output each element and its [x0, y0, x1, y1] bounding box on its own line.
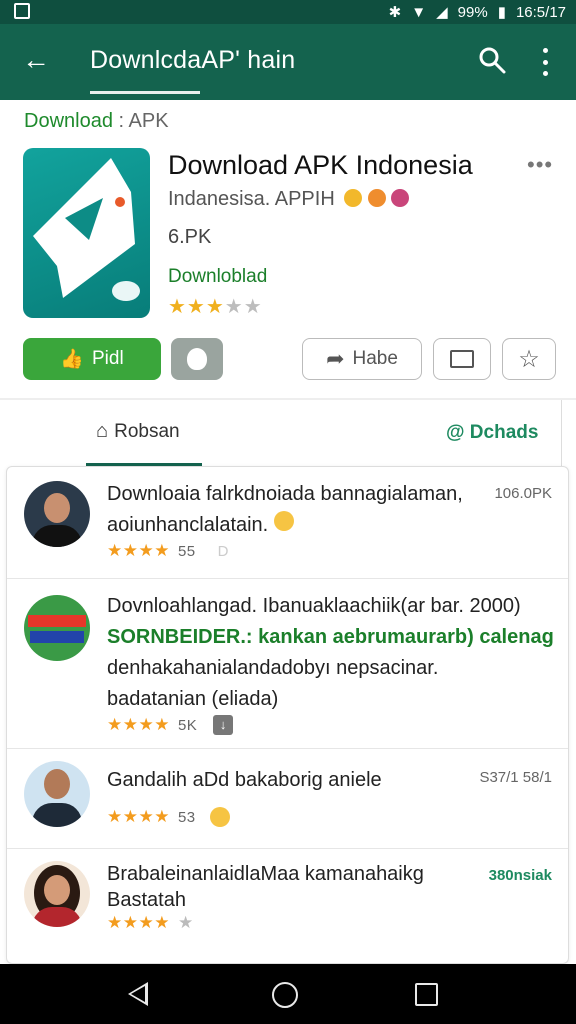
avatar[interactable]	[24, 595, 90, 661]
status-bar: ✱ ▼ ◢ 99% ▮ 16:5/17	[0, 0, 576, 24]
review-meta: 106.0PK	[494, 485, 552, 502]
app-icon	[23, 148, 150, 318]
install-label: Pidl	[91, 348, 124, 369]
tab-downloads[interactable]: @ Dchads	[446, 422, 538, 444]
breadcrumb-secondary: APK	[128, 110, 169, 132]
review-list: Downloaia falrkdnoiada bannagialaman, ao…	[6, 466, 569, 964]
toolbar: ← DownlcdaAP' hain	[0, 24, 576, 100]
status-right: ✱ ▼ ◢ 99% ▮ 16:5/17	[388, 3, 566, 22]
battery-icon: ▮	[497, 4, 506, 21]
review-text: Downloaia falrkdnoiada bannagialaman, ao…	[107, 483, 463, 536]
avatar[interactable]	[24, 861, 90, 927]
back-arrow-icon[interactable]: ←	[22, 46, 50, 74]
nav-home-icon[interactable]	[272, 982, 298, 1008]
list-item[interactable]: BrabaleinanlaidlaMaa kamanahaikg Bastata…	[7, 849, 568, 949]
app-title: Download APK Indonesia	[168, 150, 473, 180]
more-options-icon[interactable]: •••	[527, 152, 553, 178]
app-rating-stars: ★★★★★	[168, 296, 263, 318]
developer-name[interactable]: Indanesisa. APPIH	[168, 188, 410, 211]
tab-home[interactable]: ⌂ Robsan	[96, 420, 180, 443]
nav-recents-icon[interactable]	[415, 983, 438, 1006]
review-count: 53	[177, 808, 196, 826]
system-nav-bar	[0, 964, 576, 1024]
review-stars: ★★★★ 55 D	[107, 541, 229, 560]
battery-text: 99%	[457, 3, 488, 21]
emoji-icon	[344, 189, 363, 207]
share-label: Habe	[352, 348, 398, 369]
wishlist-button[interactable]: ☆	[502, 338, 556, 380]
share-button[interactable]: ➦ Habe	[302, 338, 422, 380]
review-extra: D	[217, 542, 229, 560]
bluetooth-icon: ✱	[388, 4, 402, 21]
emoji-icon	[391, 189, 410, 207]
secondary-action-button[interactable]	[171, 338, 223, 380]
emoji-icon	[273, 511, 294, 531]
avatar[interactable]	[24, 761, 90, 827]
list-item[interactable]: Downloaia falrkdnoiada bannagialaman, ao…	[7, 467, 568, 579]
review-text: Dovnloahlangad. Ibanuaklaachiik(ar bar. …	[107, 595, 554, 710]
emoji-icon	[367, 189, 386, 207]
nav-back-icon[interactable]	[128, 982, 148, 1006]
thumbs-up-icon: 👍	[60, 349, 84, 370]
app-size: 6.PK	[168, 226, 212, 248]
review-count: 5K	[177, 716, 198, 734]
shield-icon	[187, 348, 207, 370]
review-stars: ★★★★ 53	[107, 807, 230, 827]
breadcrumb: Download : APK	[24, 110, 169, 133]
download-icon[interactable]: ↓	[213, 715, 234, 735]
review-stars: ★★★★ ★	[107, 913, 194, 932]
review-meta: 380nsiak	[488, 867, 552, 884]
app-logo-icon	[33, 158, 140, 301]
review-meta: S37/1 58/1	[479, 769, 552, 786]
list-item[interactable]: Dovnloahlangad. Ibanuaklaachiik(ar bar. …	[7, 579, 568, 749]
tab-home-label: Robsan	[114, 420, 180, 442]
breadcrumb-primary[interactable]: Download	[24, 110, 113, 132]
review-text: BrabaleinanlaidlaMaa kamanahaikg Bastata…	[107, 863, 424, 911]
wifi-icon: ▼	[411, 3, 427, 21]
screenshot-button[interactable]	[433, 338, 491, 380]
search-icon[interactable]	[478, 46, 506, 74]
toolbar-title-underline	[90, 91, 200, 94]
clock: 16:5/17	[515, 3, 566, 21]
overflow-menu-icon[interactable]	[538, 48, 552, 76]
review-text: Gandalih aDd bakaborig aniele	[107, 769, 382, 791]
breadcrumb-separator: :	[118, 110, 125, 132]
review-count: 55	[177, 542, 196, 560]
notification-icon	[14, 3, 30, 19]
star-outline-icon: ☆	[518, 345, 540, 373]
home-icon: ⌂	[96, 420, 109, 442]
image-icon	[450, 350, 474, 368]
share-arrow-icon: ➦	[326, 346, 345, 371]
list-item[interactable]: Gandalih aDd bakaborig aniele S37/1 58/1…	[7, 749, 568, 849]
avatar[interactable]	[24, 481, 90, 547]
tab-bar: ⌂ Robsan @ Dchads	[0, 400, 562, 466]
emoji-icon	[209, 807, 230, 827]
install-button[interactable]: 👍 Pidl	[23, 338, 161, 380]
toolbar-title: DownlcdaAP' hain	[90, 46, 296, 74]
signal-icon: ◢	[436, 4, 448, 21]
app-category[interactable]: Downloblad	[168, 266, 267, 288]
review-stars: ★★★★ 5K ↓	[107, 715, 234, 735]
